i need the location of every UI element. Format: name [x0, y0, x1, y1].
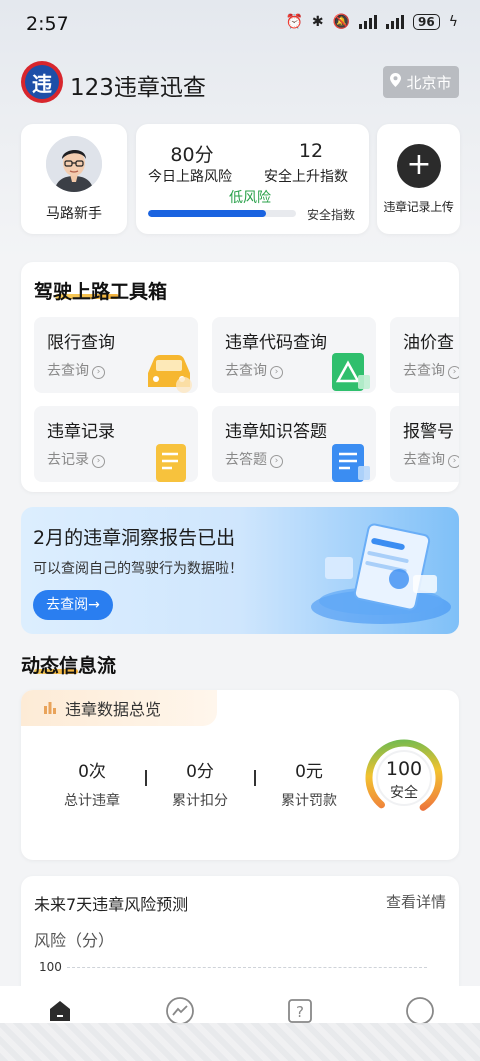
gauge-value: 100	[385, 758, 423, 780]
avatar	[46, 136, 102, 192]
home-icon	[50, 1001, 70, 1021]
tool-action: 去查询 ›	[403, 360, 459, 380]
upload-violation-card[interactable]: + 违章记录上传	[377, 124, 460, 234]
total-violations-stat: 0次 总计违章	[47, 757, 137, 810]
bar-chart-icon	[43, 699, 57, 718]
tool-police-number[interactable]: 报警号 去查询 ›	[390, 406, 459, 482]
forecast-tick-label: 100	[39, 960, 62, 974]
tool-violation-code-query[interactable]: 违章代码查询 去查询 ›	[212, 317, 376, 393]
divider	[145, 770, 147, 786]
risk-score-value: 80分	[170, 144, 214, 166]
toolbox-title: 驾驶上路工具箱	[34, 281, 168, 303]
signal-icon	[359, 15, 378, 29]
safety-progress-bar	[148, 210, 296, 217]
upload-label: 违章记录上传	[383, 200, 454, 214]
tool-restriction-query[interactable]: 限行查询 去查询 ›	[34, 317, 198, 393]
battery-icon: 96	[413, 14, 440, 30]
profile-icon	[406, 997, 434, 1025]
tool-action: 去查询 ›	[403, 449, 459, 469]
stat-label: 累计扣分	[172, 793, 228, 809]
svg-text:?: ?	[296, 1003, 304, 1021]
trend-icon	[166, 997, 194, 1025]
tool-violation-quiz[interactable]: 违章知识答题 去答题 ›	[212, 406, 376, 482]
forecast-gridline	[67, 967, 427, 968]
tool-action: 去记录 ›	[47, 449, 105, 469]
stat-label: 累计罚款	[281, 793, 337, 809]
tool-name: 限行查询	[47, 333, 115, 353]
tool-oil-price-query[interactable]: 油价查 去查询 ›	[390, 317, 459, 393]
tool-action: 去查询 ›	[47, 360, 105, 380]
safety-progress-fill	[148, 210, 267, 217]
tool-name: 违章知识答题	[225, 422, 327, 442]
overview-tag: 违章数据总览	[21, 690, 217, 726]
risk-score-label: 今日上路风险	[148, 169, 232, 185]
signal-icon-2	[386, 15, 405, 29]
toolbox-card: 驾驶上路工具箱 限行查询 去查询 › 违章代码查询 去查询 › 油价查 去查询 › 违…	[21, 262, 459, 492]
feed-title: 动态信息流	[21, 655, 117, 677]
charging-icon: ϟ	[448, 14, 458, 30]
mute-icon: 🔕	[332, 14, 351, 30]
report-banner[interactable]: 2月的违章洞察报告已出 可以查阅自己的驾驶行为数据啦！ 去查阅→	[21, 507, 459, 634]
profile-name: 马路新手	[46, 206, 102, 222]
total-points-stat: 0分 累计扣分	[155, 757, 245, 810]
add-icon[interactable]: +	[397, 144, 441, 188]
tool-name: 违章记录	[47, 422, 115, 442]
tool-name: 油价查	[403, 333, 454, 353]
app-title: 123违章迅查	[70, 75, 206, 101]
forecast-title: 未来7天违章风险预测	[34, 895, 189, 914]
view-report-button[interactable]: 去查阅→	[33, 590, 113, 620]
tool-action: 去查询 ›	[225, 360, 283, 380]
status-bar: 2:57 ⏰ ✱ 🔕 96 ϟ	[0, 0, 480, 48]
overview-tag-label: 违章数据总览	[65, 700, 162, 719]
banner-title: 2月的违章洞察报告已出	[33, 527, 236, 549]
banner-subtitle: 可以查阅自己的驾驶行为数据啦！	[33, 561, 243, 577]
app-logo: 违	[21, 61, 63, 103]
safety-index-label: 安全指数	[307, 208, 356, 222]
tool-name: 报警号	[403, 422, 454, 442]
violation-overview-card[interactable]: 违章数据总览 0次 总计违章 0分 累计扣分 0元 累计罚款 100 安全	[21, 690, 459, 860]
alarm-icon: ⏰	[285, 14, 303, 30]
safety-rise-label: 安全上升指数	[264, 169, 348, 185]
stat-label: 总计违章	[64, 793, 120, 809]
safety-rise-value: 12	[298, 140, 324, 162]
divider	[254, 770, 256, 786]
warning-book-icon	[332, 353, 370, 391]
stat-value: 0次	[78, 762, 106, 782]
notepad-icon	[156, 444, 186, 482]
forecast-axis-label: 风险（分）	[34, 931, 115, 950]
logo-text: 违	[25, 65, 59, 99]
city-label: 北京市	[406, 73, 452, 92]
report-illustration-icon	[311, 523, 451, 624]
total-fines-stat: 0元 累计罚款	[264, 757, 354, 810]
stat-value: 0元	[295, 762, 323, 782]
location-pin-icon	[390, 73, 402, 91]
bluetooth-icon: ✱	[311, 14, 324, 30]
bottom-nav: ?	[0, 986, 480, 1061]
profile-card[interactable]: 马路新手	[21, 124, 127, 234]
risk-stats-card[interactable]: 80分 今日上路风险 12 安全上升指数 低风险 安全指数	[136, 124, 369, 234]
risk-level-label: 低风险	[229, 190, 271, 206]
car-icon	[148, 355, 192, 393]
stat-value: 0分	[186, 762, 214, 782]
status-time: 2:57	[26, 13, 69, 35]
view-details-link[interactable]: 查看详情	[386, 891, 446, 912]
tool-action: 去答题 ›	[225, 449, 283, 469]
status-icons: ⏰ ✱ 🔕 96 ϟ	[285, 14, 458, 30]
question-icon: ?	[288, 999, 312, 1023]
city-selector-button[interactable]: 北京市	[383, 66, 459, 98]
home-indicator	[0, 1023, 480, 1061]
tool-violation-record[interactable]: 违章记录 去记录 ›	[34, 406, 198, 482]
quiz-document-icon	[332, 444, 370, 482]
tool-name: 违章代码查询	[225, 333, 327, 353]
gauge-label: 安全	[390, 785, 418, 801]
